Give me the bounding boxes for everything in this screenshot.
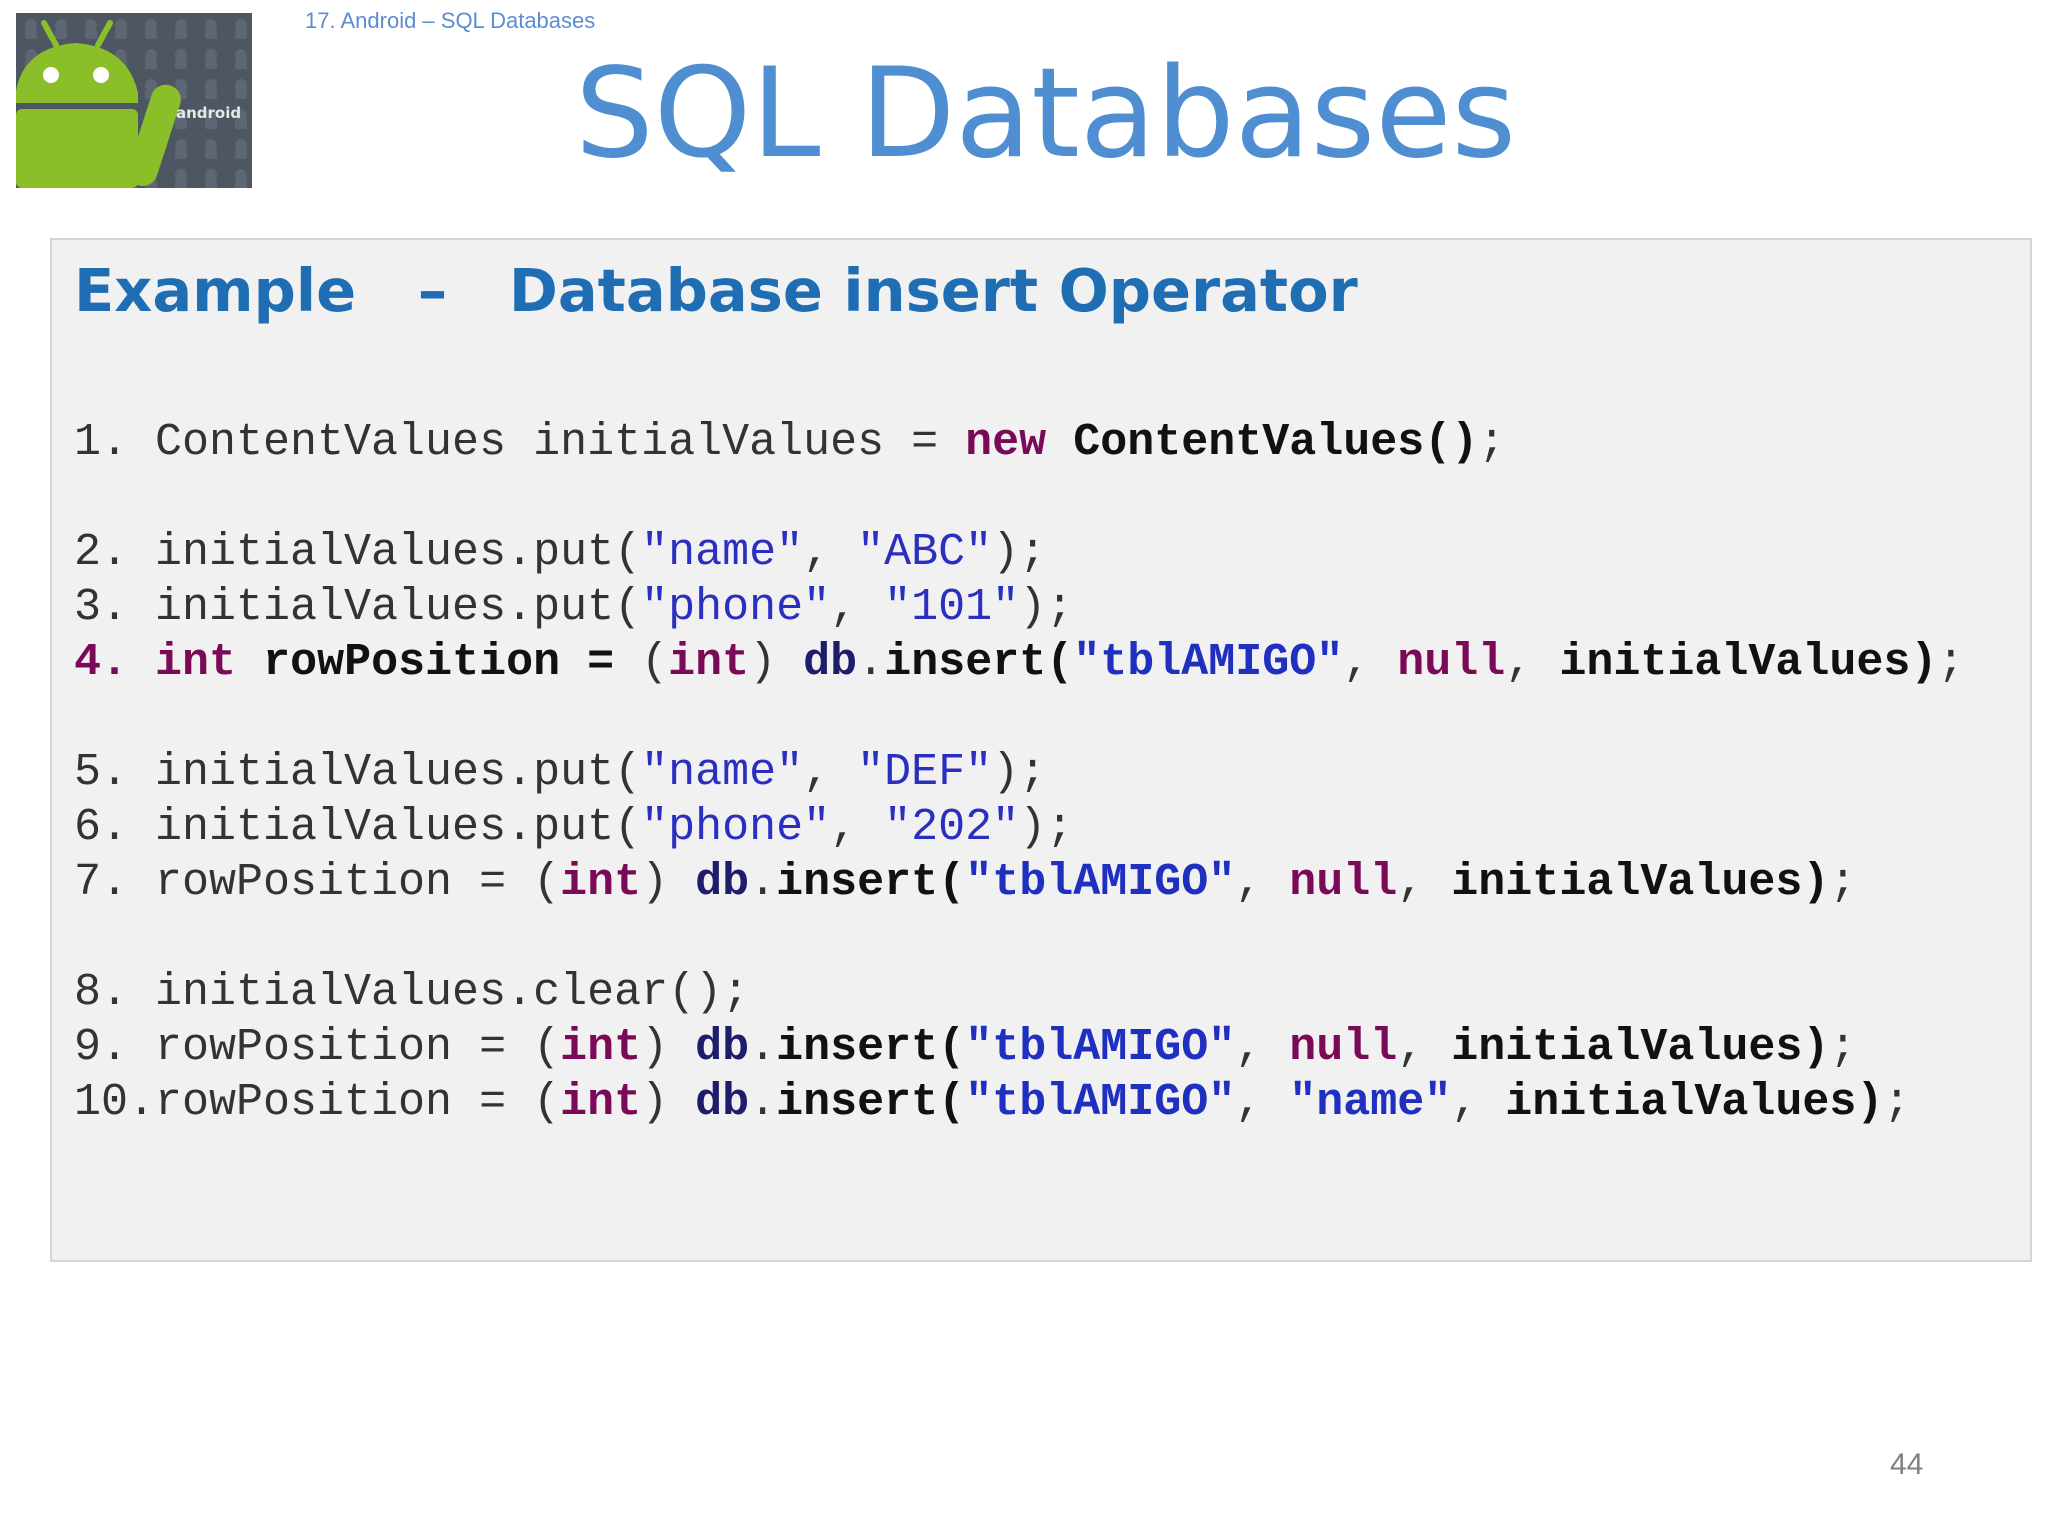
code-line-1: 1. ContentValues initialValues = new Con… <box>74 417 1506 468</box>
code-line-10: 10.rowPosition = (int) db.insert("tblAMI… <box>74 1077 1911 1128</box>
code-line-3: 3. initialValues.put("phone", "101"); <box>74 582 1074 633</box>
page-number: 44 <box>1890 1448 1924 1481</box>
code-line-2: 2. initialValues.put("name", "ABC"); <box>74 527 1047 578</box>
breadcrumb: 17. Android – SQL Databases <box>305 8 596 33</box>
code-line-9: 9. rowPosition = (int) db.insert("tblAMI… <box>74 1022 1857 1073</box>
android-logo-icon: android <box>16 13 252 188</box>
example-heading: Example – Database insert Operator <box>74 256 1358 325</box>
code-line-8: 8. initialValues.clear(); <box>74 967 750 1018</box>
code-line-6: 6. initialValues.put("phone", "202"); <box>74 802 1074 853</box>
example-panel: Example – Database insert Operator 1. Co… <box>50 238 2032 1262</box>
logo-text: android <box>176 104 241 122</box>
page-title: SQL Databases <box>575 42 1517 186</box>
code-line-7: 7. rowPosition = (int) db.insert("tblAMI… <box>74 857 1857 908</box>
code-line-5: 5. initialValues.put("name", "DEF"); <box>74 747 1047 798</box>
code-line-4: 4. int rowPosition = (int) db.insert("tb… <box>74 637 1965 688</box>
